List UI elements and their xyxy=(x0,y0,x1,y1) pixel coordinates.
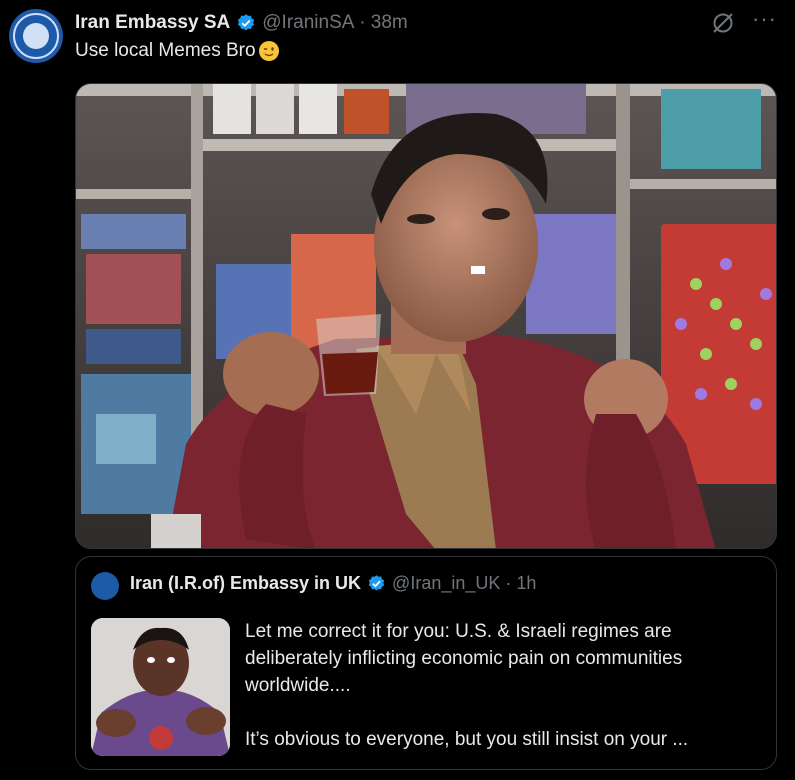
verified-badge-icon xyxy=(368,575,385,591)
quoted-text-paragraph-2: It’s obvious to everyone, but you still … xyxy=(245,729,689,750)
verified-badge-icon xyxy=(238,14,255,31)
winking-face-emoji xyxy=(258,41,279,61)
more-icon[interactable]: ··· xyxy=(752,6,777,32)
quoted-text-paragraph-1: Let me correct it for you: U.S. & Israel… xyxy=(245,621,683,696)
quoted-post-card[interactable]: Iran (I.R.of) Embassy in UK @Iran_in_UK … xyxy=(75,556,777,770)
post-header: Iran Embassy SA @IraninSA · 38m xyxy=(75,9,408,37)
shrugging-man-image xyxy=(91,618,230,756)
quoted-post-text: Let me correct it for you: U.S. & Israel… xyxy=(245,618,755,753)
quoted-post-timestamp[interactable]: 1h xyxy=(516,573,536,594)
author-name[interactable]: Iran Embassy SA xyxy=(75,12,230,34)
quoted-post-thumbnail[interactable] xyxy=(91,618,230,756)
separator-dot: · xyxy=(359,12,366,33)
quoted-post-header: Iran (I.R.of) Embassy in UK @Iran_in_UK … xyxy=(130,573,536,594)
grok-icon[interactable] xyxy=(710,10,736,36)
embassy-seal-logo xyxy=(13,13,59,59)
quoted-author-handle[interactable]: @Iran_in_UK xyxy=(392,573,500,594)
post-text-content: Use local Memes Bro xyxy=(75,40,256,61)
separator-dot: · xyxy=(505,573,512,593)
post-text: Use local Memes Bro xyxy=(75,40,280,62)
author-handle[interactable]: @IraninSA xyxy=(262,12,354,34)
author-avatar[interactable] xyxy=(9,9,63,63)
quoted-author-avatar[interactable] xyxy=(91,572,119,600)
quoted-author-name[interactable]: Iran (I.R.of) Embassy in UK xyxy=(130,573,361,594)
post-media-image[interactable] xyxy=(75,83,777,549)
shop-scene-image xyxy=(76,84,776,548)
post-timestamp[interactable]: 38m xyxy=(371,12,408,34)
